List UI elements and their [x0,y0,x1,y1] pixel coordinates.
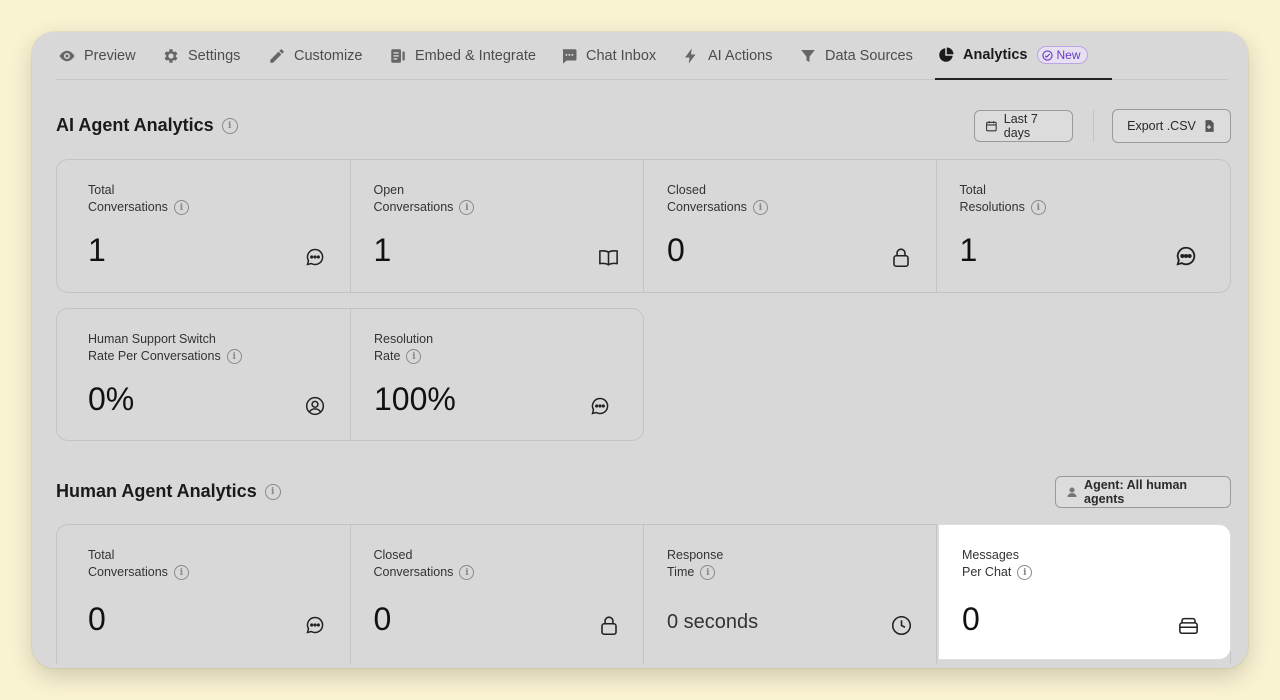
card-value: 0% [88,381,135,417]
card-value: 1 [373,232,392,268]
card-label: Total Conversations i [88,182,189,216]
card-value: 1 [959,232,978,268]
pie-chart-icon [937,46,955,64]
lock-icon [598,614,620,636]
gear-icon [162,47,180,65]
tab-label: Chat Inbox [586,48,657,64]
stat-card-resolution-rate: Resolution Rate i 100% [351,309,643,440]
tab-analytics[interactable]: Analytics New [935,32,1112,80]
card-value: 1 [88,232,106,268]
export-label: Export .CSV [1127,119,1196,133]
stat-card-human-total-conversations: Total Conversations i 0 [57,525,351,664]
lightning-icon [682,47,700,65]
card-value: 0 [373,601,392,637]
date-range-label: Last 7 days [1003,112,1038,140]
chat-bubble-icon [1175,245,1197,267]
card-label: Closed Conversations i [667,182,768,216]
tab-customize[interactable]: Customize [268,32,363,80]
tab-label: Settings [188,48,241,64]
section-title-text: Human Agent Analytics [56,481,257,501]
stat-card-total-conversations: Total Conversations i 1 [57,160,351,292]
human-analytics-title: Human Agent Analytics i [56,481,281,502]
inbox-icon [1177,614,1199,636]
tab-data-sources[interactable]: Data Sources [799,32,913,80]
pencil-icon [268,47,286,65]
card-label: Resolution Rate i [374,332,434,364]
info-icon[interactable]: i [226,349,242,364]
header-divider [1093,110,1094,142]
tab-embed-integrate[interactable]: Embed & Integrate [389,32,536,80]
card-label: Messages Per Chat i [962,547,1033,581]
info-icon[interactable]: i [700,565,716,580]
tab-bar: Preview Settings Customize Embed & Integ… [56,32,1228,80]
filter-icon [799,47,817,65]
tab-chat-inbox[interactable]: Chat Inbox [560,32,656,80]
chat-bubble-icon [589,395,611,417]
user-circle-icon [304,395,326,417]
file-download-icon [1205,120,1214,132]
info-icon[interactable]: i [173,565,189,580]
agent-filter-button[interactable]: Agent: All human agents [1055,476,1231,508]
check-circle-icon [1042,49,1054,61]
user-icon [1067,487,1077,498]
book-icon [598,246,620,268]
stat-card-messages-per-chat: Messages Per Chat i 0 [938,524,1231,660]
tab-preview[interactable]: Preview [58,32,136,80]
stat-card-human-closed-conversations: Closed Conversations i 0 [351,525,644,664]
card-label: Total Conversations i [88,547,189,581]
tab-ai-actions[interactable]: AI Actions [682,32,772,80]
info-icon[interactable]: i [221,117,238,134]
clock-icon [890,614,912,636]
stat-card-human-switch-rate: Human Support Switch Rate Per Conversati… [57,309,351,440]
card-value: 100% [374,381,456,417]
info-icon[interactable]: i [406,349,422,364]
stat-card-open-conversations: Open Conversations i 1 [351,160,644,292]
badge-label: New [1056,48,1081,62]
card-label: Closed Conversations i [374,547,475,581]
card-label: Response Time i [667,548,724,580]
card-value: 0 seconds [667,611,759,633]
tab-label: Data Sources [825,48,913,64]
eye-icon [58,47,76,65]
card-label: Human Support Switch Rate Per Conversati… [88,331,242,365]
stat-card-closed-conversations: Closed Conversations i 0 [644,160,937,292]
ai-stats-row-2: Human Support Switch Rate Per Conversati… [56,308,644,441]
info-icon[interactable]: i [752,200,768,215]
info-icon[interactable]: i [459,200,475,215]
chat-bubble-icon [304,246,326,268]
ai-stats-row-1: Total Conversations i 1 Open Conversation… [56,159,1231,293]
card-label: Open Conversations i [374,182,475,216]
card-value: 0 [667,232,685,268]
chat-bubble-icon [304,614,326,636]
embed-icon [389,47,407,65]
card-label: Total Resolutions i [960,182,1046,216]
tab-label: Customize [294,48,363,64]
export-csv-button[interactable]: Export .CSV [1112,109,1231,143]
tab-label: AI Actions [708,48,773,64]
info-icon[interactable]: i [264,483,281,500]
stat-card-total-resolutions: Total Resolutions i 1 [937,160,1231,292]
new-badge: New [1037,46,1088,64]
tab-label: Analytics [963,47,1028,63]
tab-label: Preview [84,48,136,64]
info-icon[interactable]: i [173,200,189,215]
lock-icon [890,246,912,268]
calendar-icon [986,121,997,132]
card-value: 0 [962,601,980,637]
section-title-text: AI Agent Analytics [56,115,214,135]
info-icon[interactable]: i [1017,565,1033,580]
tab-label: Embed & Integrate [415,48,536,64]
agent-filter-label: Agent: All human agents [1084,478,1188,506]
card-value: 0 [88,601,106,637]
info-icon[interactable]: i [459,565,475,580]
info-icon[interactable]: i [1030,200,1046,215]
ai-analytics-title: AI Agent Analytics i [56,115,238,136]
stat-card-response-time: Response Time i 0 seconds [644,525,937,664]
chat-inbox-icon [560,47,578,65]
date-range-button[interactable]: Last 7 days [974,110,1073,142]
tab-settings[interactable]: Settings [162,32,240,80]
